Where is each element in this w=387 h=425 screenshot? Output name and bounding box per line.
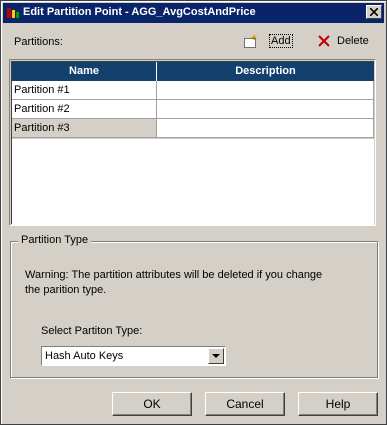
partition-name-cell[interactable]: Partition #1 [12,81,157,100]
add-label: Add [269,34,293,48]
partition-description-cell[interactable] [157,119,374,138]
close-button[interactable] [366,5,382,19]
warning-text: Warning: The partition attributes will b… [25,269,323,296]
add-icon [244,35,257,48]
delete-icon [318,35,330,47]
column-header-name[interactable]: Name [12,62,157,81]
partitions-label: Partitions: [14,36,63,48]
table-row[interactable]: Partition #1 [12,81,374,100]
ok-button[interactable]: OK [112,392,192,416]
window-title: Edit Partition Point - AGG_AvgCostAndPri… [23,6,256,18]
select-partition-type-label: Select Partiton Type: [41,325,143,337]
chevron-down-icon [212,354,220,358]
partition-name-cell[interactable]: Partition #3 [12,119,157,138]
partitions-grid[interactable]: Name Description Partition #1 Partition … [9,59,376,226]
table-row[interactable]: Partition #2 [12,100,374,119]
column-header-description[interactable]: Description [157,62,374,81]
partition-name-cell[interactable]: Partition #2 [12,100,157,119]
cancel-button[interactable]: Cancel [205,392,285,416]
title-bar[interactable]: Edit Partition Point - AGG_AvgCostAndPri… [3,3,384,23]
close-icon [370,8,378,16]
grid-body: Name Description Partition #1 Partition … [11,61,374,225]
delete-label: Delete [337,35,369,47]
partition-description-cell[interactable] [157,100,374,119]
table-row[interactable]: Partition #3 [12,119,374,138]
partition-description-cell[interactable] [157,81,374,100]
partition-type-value: Hash Auto Keys [45,350,124,362]
edit-partition-point-dialog: Edit Partition Point - AGG_AvgCostAndPri… [0,0,387,425]
app-icon [7,8,19,18]
dropdown-button[interactable] [208,348,224,364]
grid-header: Name Description [12,62,374,81]
partition-type-group: Partition Type Warning: The partition at… [10,234,378,378]
help-button[interactable]: Help [298,392,378,416]
partition-type-select[interactable]: Hash Auto Keys [41,346,226,366]
partition-type-group-title: Partition Type [18,234,92,246]
grid-empty-area [12,139,374,225]
